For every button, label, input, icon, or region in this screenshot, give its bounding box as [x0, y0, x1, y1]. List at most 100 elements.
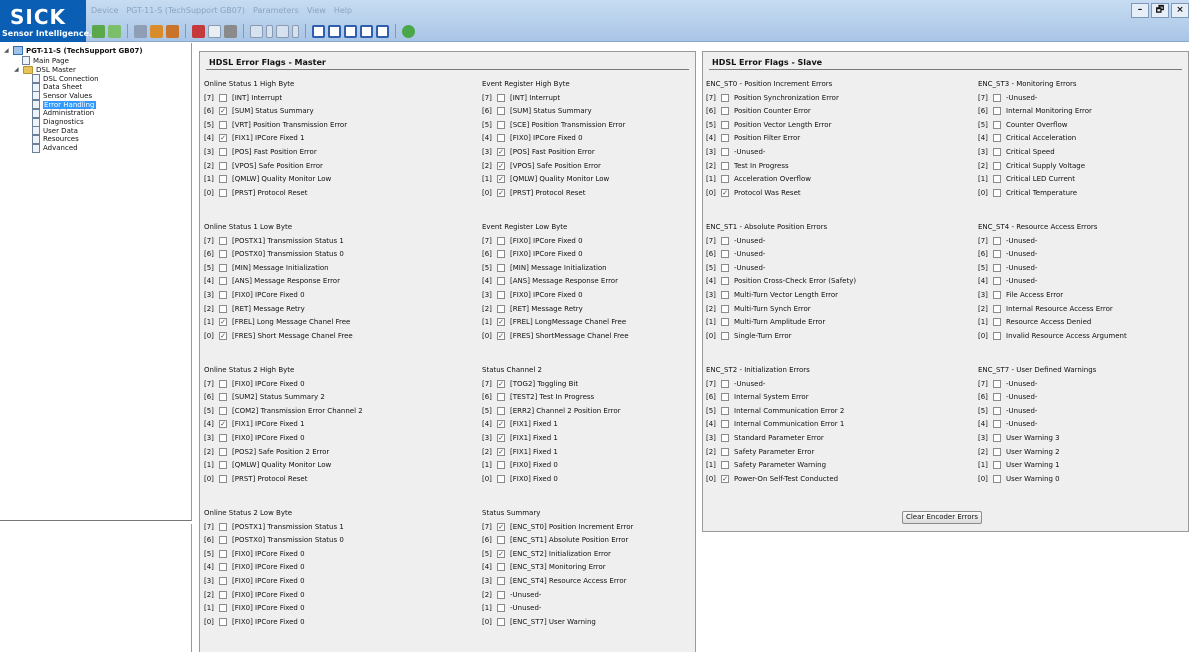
- help-icon[interactable]: [402, 24, 415, 38]
- expand-triangle-icon[interactable]: ◢: [14, 66, 20, 73]
- flag-checkbox[interactable]: [721, 93, 729, 102]
- flag-checkbox[interactable]: [497, 263, 505, 272]
- flag-checkbox[interactable]: [993, 175, 1001, 184]
- flag-checkbox[interactable]: [497, 461, 505, 470]
- flag-checkbox[interactable]: [993, 474, 1001, 483]
- flag-checkbox[interactable]: [219, 474, 227, 483]
- forward-arrow-icon[interactable]: [108, 24, 121, 38]
- flag-checkbox[interactable]: [219, 93, 227, 102]
- undo-dropdown-icon[interactable]: [266, 24, 273, 38]
- flag-checkbox[interactable]: [721, 120, 729, 129]
- redo-icon[interactable]: [276, 24, 289, 38]
- flag-checkbox[interactable]: [219, 188, 227, 197]
- flag-checkbox[interactable]: [993, 461, 1001, 470]
- tree-item-diagnostics[interactable]: Diagnostics: [32, 117, 84, 127]
- layout-1-icon[interactable]: [312, 24, 325, 38]
- flag-checkbox[interactable]: [497, 536, 505, 545]
- flag-checkbox[interactable]: [721, 277, 729, 286]
- flag-checkbox[interactable]: [993, 290, 1001, 299]
- eraser-icon[interactable]: [224, 24, 237, 38]
- flag-checkbox[interactable]: ✓: [497, 175, 505, 184]
- flag-checkbox[interactable]: ✓: [497, 188, 505, 197]
- flag-checkbox[interactable]: ✓: [497, 147, 505, 156]
- flag-checkbox[interactable]: [497, 304, 505, 313]
- flag-checkbox[interactable]: ✓: [497, 447, 505, 456]
- upload-device-icon[interactable]: [150, 24, 163, 38]
- flag-checkbox[interactable]: ✓: [497, 379, 505, 388]
- flag-checkbox[interactable]: [219, 549, 227, 558]
- flag-checkbox[interactable]: ✓: [219, 107, 227, 116]
- clear-encoder-errors-button[interactable]: Clear Encoder Errors: [902, 511, 982, 524]
- flag-checkbox[interactable]: [497, 590, 505, 599]
- flag-checkbox[interactable]: ✓: [497, 549, 505, 558]
- flag-checkbox[interactable]: [721, 393, 729, 402]
- flag-checkbox[interactable]: [219, 590, 227, 599]
- flag-checkbox[interactable]: ✓: [497, 161, 505, 170]
- flag-checkbox[interactable]: [219, 290, 227, 299]
- flag-checkbox[interactable]: [219, 461, 227, 470]
- tree-item-error-handling[interactable]: Error Handling: [32, 100, 96, 110]
- menu-device-name[interactable]: PGT-11-S (TechSupport GB07): [126, 6, 245, 15]
- flag-checkbox[interactable]: ✓: [219, 134, 227, 143]
- redo-dropdown-icon[interactable]: [292, 24, 299, 38]
- flag-checkbox[interactable]: [993, 420, 1001, 429]
- tree-folder-dsl-master[interactable]: ◢ DSL Master: [14, 65, 76, 74]
- flag-checkbox[interactable]: [497, 236, 505, 245]
- expand-triangle-icon[interactable]: ◢: [4, 47, 10, 54]
- document-icon[interactable]: [208, 24, 221, 38]
- flag-checkbox[interactable]: [993, 277, 1001, 286]
- flag-checkbox[interactable]: [721, 433, 729, 442]
- flag-checkbox[interactable]: [219, 379, 227, 388]
- flag-checkbox[interactable]: [721, 107, 729, 116]
- menu-view[interactable]: View: [307, 6, 326, 15]
- flag-checkbox[interactable]: ✓: [497, 331, 505, 340]
- tree-item-advanced[interactable]: Advanced: [32, 143, 78, 153]
- flag-checkbox[interactable]: [993, 304, 1001, 313]
- flag-checkbox[interactable]: [993, 93, 1001, 102]
- flag-checkbox[interactable]: [219, 576, 227, 585]
- flag-checkbox[interactable]: [721, 379, 729, 388]
- flag-checkbox[interactable]: ✓: [219, 318, 227, 327]
- menu-help[interactable]: Help: [334, 6, 352, 15]
- flag-checkbox[interactable]: [993, 331, 1001, 340]
- tree-root[interactable]: ◢ PGT-11-S (TechSupport GB07): [4, 46, 143, 55]
- flag-checkbox[interactable]: [497, 93, 505, 102]
- flag-checkbox[interactable]: [219, 250, 227, 259]
- flag-checkbox[interactable]: [219, 236, 227, 245]
- flag-checkbox[interactable]: [497, 406, 505, 415]
- flag-checkbox[interactable]: [497, 120, 505, 129]
- minimize-button[interactable]: –: [1131, 3, 1149, 18]
- flag-checkbox[interactable]: [993, 393, 1001, 402]
- flag-checkbox[interactable]: [219, 393, 227, 402]
- layout-4-icon[interactable]: [360, 24, 373, 38]
- flag-checkbox[interactable]: [721, 304, 729, 313]
- flag-checkbox[interactable]: [497, 617, 505, 626]
- flag-checkbox[interactable]: [993, 379, 1001, 388]
- print-icon[interactable]: [134, 24, 147, 38]
- flag-checkbox[interactable]: ✓: [219, 420, 227, 429]
- tree-item-dsl-connection[interactable]: DSL Connection: [32, 74, 99, 83]
- flag-checkbox[interactable]: [497, 393, 505, 402]
- flag-checkbox[interactable]: [497, 107, 505, 116]
- flag-checkbox[interactable]: [219, 120, 227, 129]
- flag-checkbox[interactable]: [721, 161, 729, 170]
- tree-item-resources[interactable]: Resources: [32, 134, 79, 144]
- flag-checkbox[interactable]: [219, 277, 227, 286]
- flag-checkbox[interactable]: [993, 250, 1001, 259]
- flag-checkbox[interactable]: [721, 134, 729, 143]
- flag-checkbox[interactable]: [993, 161, 1001, 170]
- flag-checkbox[interactable]: [721, 147, 729, 156]
- flag-checkbox[interactable]: [219, 263, 227, 272]
- flag-checkbox[interactable]: [219, 536, 227, 545]
- flag-checkbox[interactable]: [993, 433, 1001, 442]
- restore-button[interactable]: 🗗: [1151, 3, 1169, 18]
- flag-checkbox[interactable]: [993, 107, 1001, 116]
- flag-checkbox[interactable]: ✓: [497, 318, 505, 327]
- flag-checkbox[interactable]: [721, 263, 729, 272]
- flag-checkbox[interactable]: [993, 188, 1001, 197]
- menu-device[interactable]: Device: [91, 6, 118, 15]
- flag-checkbox[interactable]: [219, 161, 227, 170]
- close-button[interactable]: ×: [1171, 3, 1189, 18]
- flag-checkbox[interactable]: [993, 318, 1001, 327]
- flag-checkbox[interactable]: [219, 406, 227, 415]
